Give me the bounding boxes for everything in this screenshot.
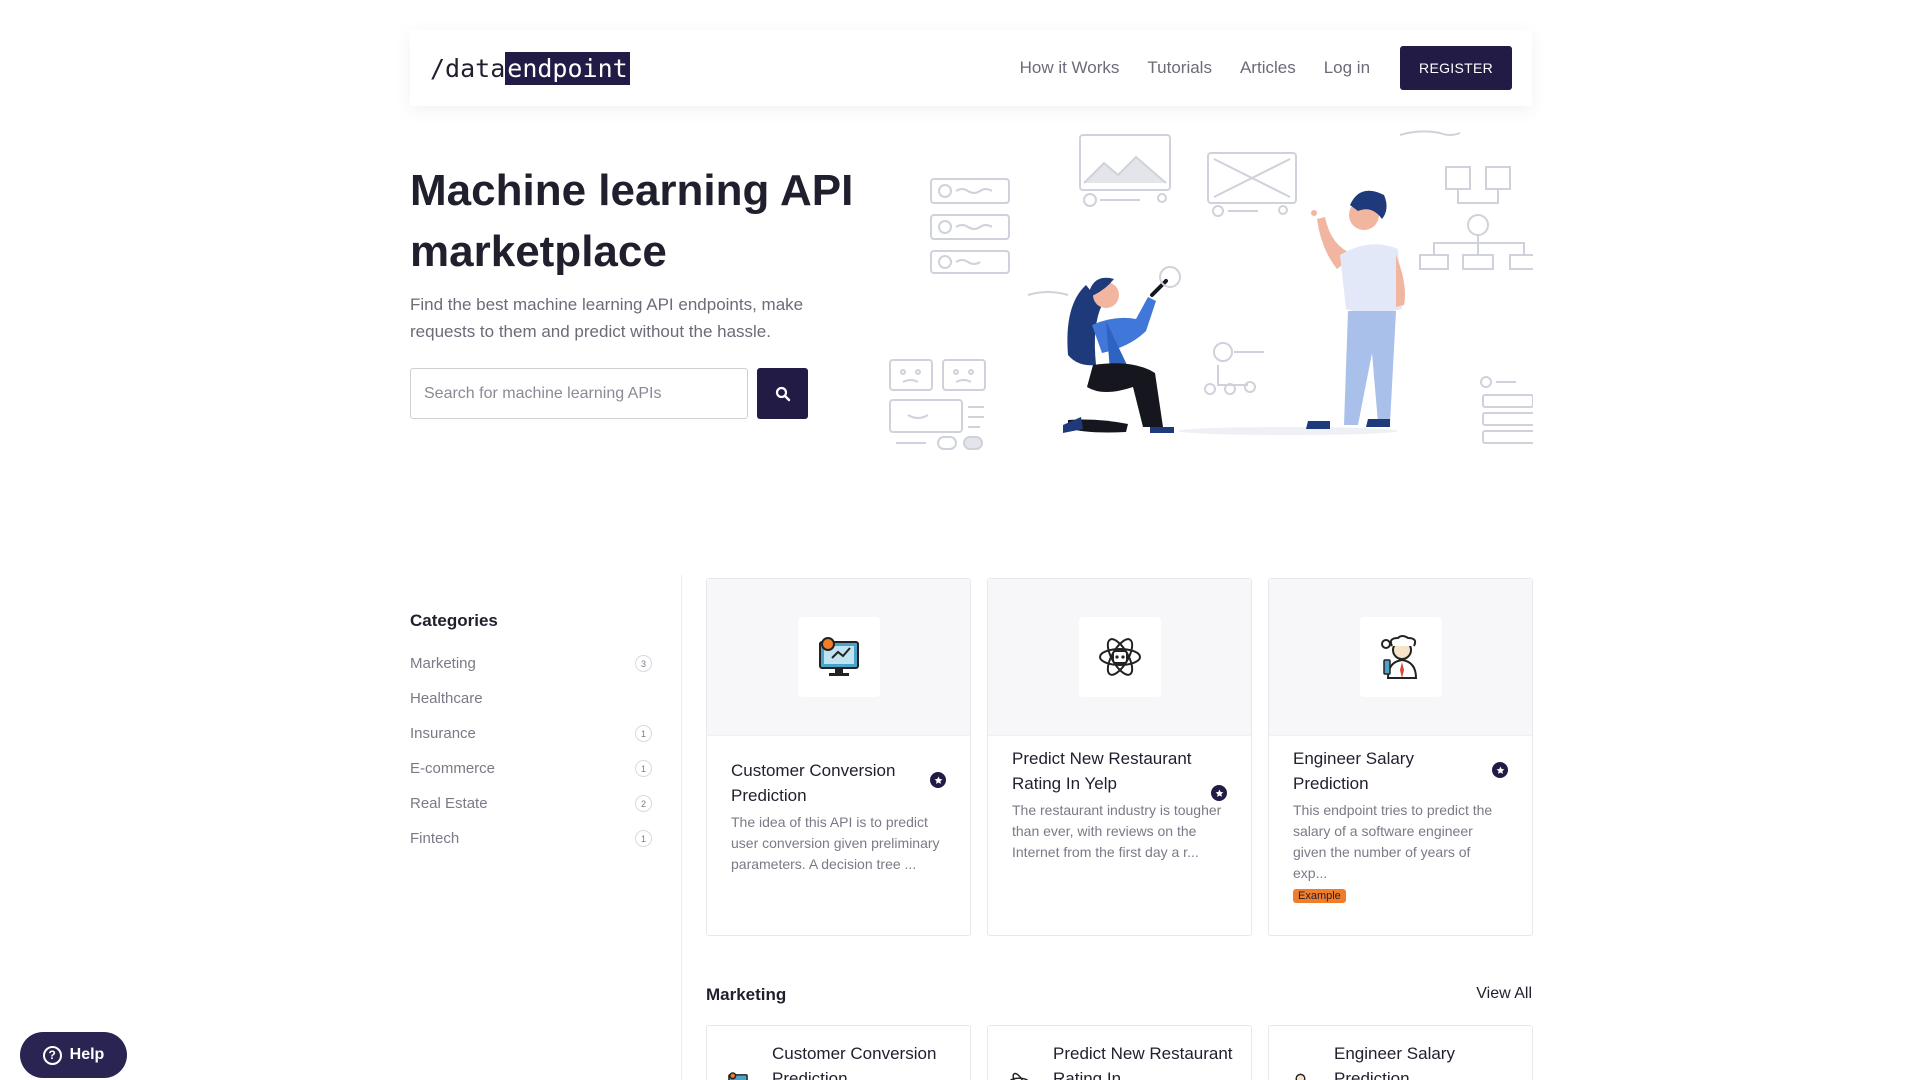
featured-star-icon — [930, 772, 946, 788]
search-input[interactable] — [410, 368, 748, 419]
nav-login[interactable]: Log in — [1324, 58, 1370, 78]
engineer-icon — [1295, 1073, 1306, 1080]
nav-links: How it Works Tutorials Articles Log in R… — [992, 46, 1512, 90]
category-count: 1 — [635, 725, 652, 742]
mini-card-title: Customer Conversion Prediction — [772, 1044, 937, 1080]
section-title-marketing: Marketing — [706, 985, 787, 1004]
api-card-engineer-salary[interactable]: Engineer Salary Prediction This endpoint… — [1268, 578, 1533, 936]
sidebar-divider — [681, 575, 682, 1080]
card-image-area — [707, 579, 970, 736]
category-count: 3 — [635, 655, 652, 672]
monitor-analytics-icon — [818, 637, 859, 676]
category-label: Insurance — [410, 725, 476, 742]
card-title: Engineer Salary Prediction — [1293, 749, 1414, 793]
category-item-ecommerce[interactable]: E-commerce 1 — [410, 751, 652, 786]
nav-tutorials[interactable]: Tutorials — [1147, 58, 1212, 78]
question-icon: ? — [42, 1045, 62, 1065]
category-label: Marketing — [410, 655, 476, 672]
featured-star-icon — [1211, 785, 1227, 801]
card-icon-box — [1078, 617, 1161, 697]
logo[interactable]: /data endpoint — [430, 51, 630, 85]
card-icon-box — [797, 617, 880, 697]
mini-card-restaurant-rating[interactable]: Predict New Restaurant Rating In — [987, 1025, 1252, 1080]
category-list: Marketing 3 Healthcare Insurance 1 E-com… — [410, 646, 652, 856]
hero-title: Machine learning API marketplace — [410, 166, 854, 276]
nav-articles[interactable]: Articles — [1240, 58, 1296, 78]
help-button[interactable]: ? Help — [20, 1032, 127, 1078]
api-card-customer-conversion[interactable]: Customer Conversion Prediction The idea … — [706, 578, 971, 936]
monitor-analytics-icon — [728, 1072, 748, 1080]
card-title: Customer Conversion Prediction — [731, 761, 896, 805]
categories-title: Categories — [410, 611, 498, 630]
category-label: Fintech — [410, 830, 460, 847]
category-label: Healthcare — [410, 690, 483, 707]
logo-prefix: /data — [430, 53, 506, 83]
card-title: Predict New Restaurant Rating In Yelp — [1012, 749, 1192, 793]
mini-card-title: Predict New Restaurant Rating In — [1053, 1044, 1233, 1080]
category-count: 1 — [635, 760, 652, 777]
card-icon-box — [1359, 617, 1442, 697]
featured-star-icon — [1492, 762, 1508, 778]
category-count: 1 — [635, 830, 652, 847]
card-image-area — [988, 579, 1251, 736]
card-description: The restaurant industry is tougher than … — [1012, 802, 1222, 860]
card-description: This endpoint tries to predict the salar… — [1293, 802, 1493, 881]
category-item-marketing[interactable]: Marketing 3 — [410, 646, 652, 681]
mini-card-title: Engineer Salary Prediction — [1334, 1044, 1455, 1080]
logo-highlight: endpoint — [505, 51, 630, 85]
category-label: E-commerce — [410, 760, 496, 777]
view-all-link[interactable]: View All — [1460, 985, 1532, 1003]
hero-subtitle: Find the best machine learning API endpo… — [410, 295, 804, 341]
hero-illustration — [889, 130, 1533, 450]
category-label: Real Estate — [410, 795, 488, 812]
mini-card-customer-conversion[interactable]: Customer Conversion Prediction — [706, 1025, 971, 1080]
category-item-healthcare[interactable]: Healthcare — [410, 681, 652, 716]
help-label: Help — [69, 1046, 105, 1063]
card-image-area — [1269, 579, 1532, 736]
mini-card-engineer-salary[interactable]: Engineer Salary Prediction — [1268, 1025, 1533, 1080]
engineer-icon — [1380, 635, 1417, 679]
search-button[interactable] — [757, 368, 808, 419]
category-item-fintech[interactable]: Fintech 1 — [410, 821, 652, 856]
nav-how-it-works[interactable]: How it Works — [1020, 58, 1120, 78]
atom-robot-icon — [1009, 1072, 1029, 1080]
atom-robot-icon — [1098, 638, 1141, 676]
top-navbar: /data endpoint How it Works Tutorials Art… — [410, 30, 1532, 106]
category-count: 2 — [635, 795, 652, 812]
category-item-insurance[interactable]: Insurance 1 — [410, 716, 652, 751]
search-icon — [775, 386, 790, 401]
api-card-restaurant-rating[interactable]: Predict New Restaurant Rating In Yelp Th… — [987, 578, 1252, 936]
category-count — [635, 690, 652, 707]
card-description: The idea of this API is to predict user … — [731, 814, 940, 872]
category-item-real-estate[interactable]: Real Estate 2 — [410, 786, 652, 821]
register-button[interactable]: REGISTER — [1400, 46, 1512, 90]
example-badge: Example — [1293, 889, 1346, 903]
